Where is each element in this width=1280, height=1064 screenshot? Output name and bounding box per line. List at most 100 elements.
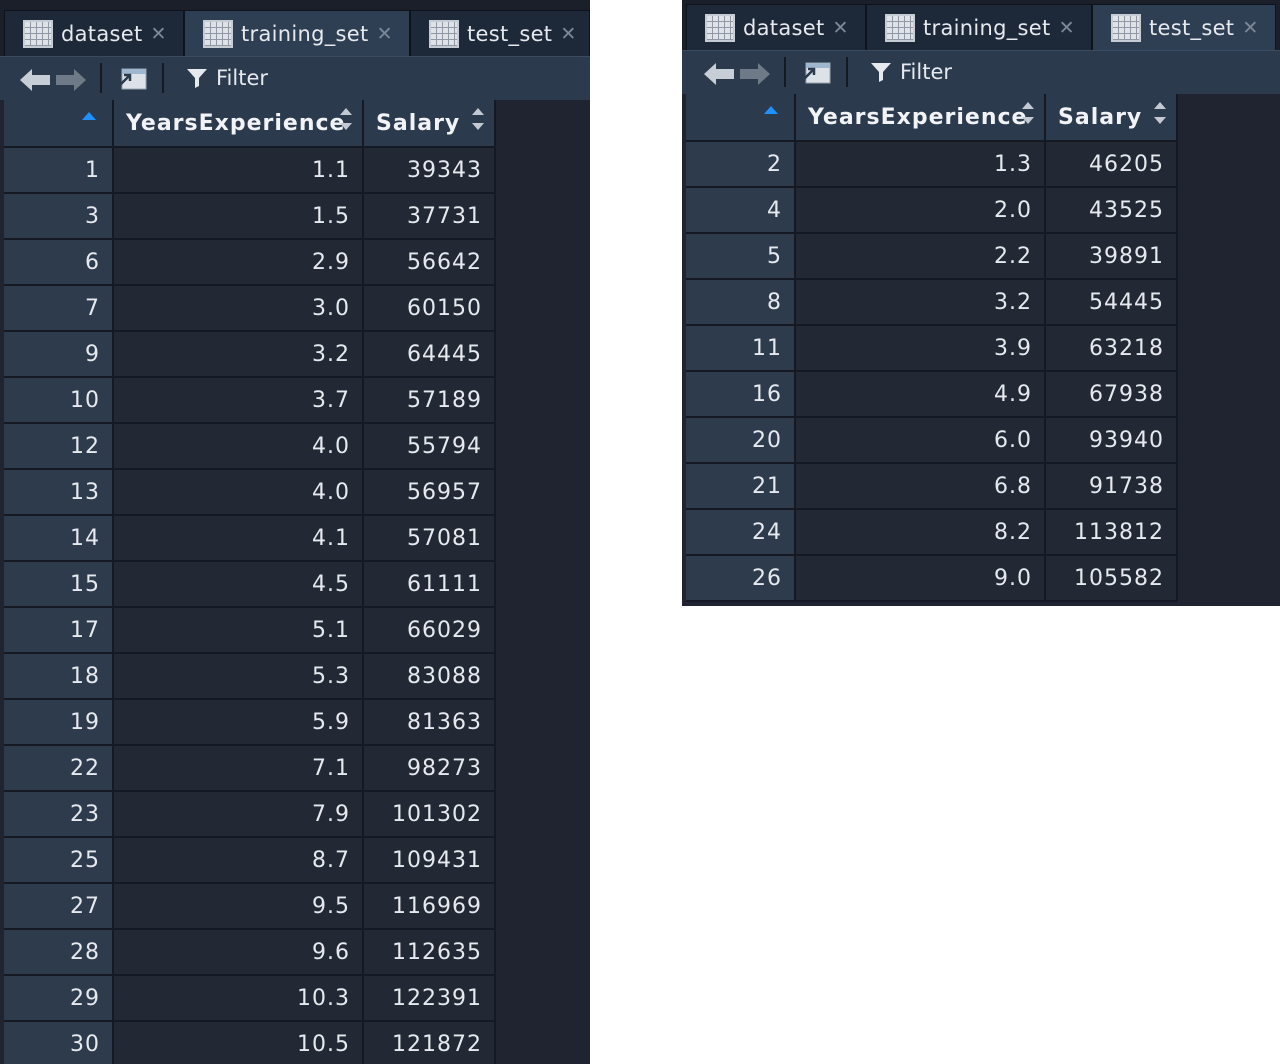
years-experience-cell: 1.5: [114, 194, 364, 240]
close-icon[interactable]: ✕: [560, 23, 576, 45]
table-row[interactable]: 16 4.9 67938: [686, 372, 1178, 418]
table-row[interactable]: 23 7.9 101302: [4, 792, 496, 838]
table-row[interactable]: 10 3.7 57189: [4, 378, 496, 424]
table-row[interactable]: 13 4.0 56957: [4, 470, 496, 516]
data-viewer-test-set: dataset ✕ training_set ✕ test_set ✕ Filt…: [682, 0, 1280, 606]
salary-cell: 57189: [364, 378, 496, 424]
table-row[interactable]: 26 9.0 105582: [686, 556, 1178, 602]
salary-cell: 63218: [1046, 326, 1178, 372]
popout-window-icon[interactable]: [116, 65, 148, 95]
table-row[interactable]: 1 1.1 39343: [4, 148, 496, 194]
row-names-header[interactable]: [4, 100, 114, 148]
row-name-cell: 10: [4, 378, 114, 424]
arrow-left-icon[interactable]: [704, 63, 734, 85]
salary-cell: 39343: [364, 148, 496, 194]
salary-cell: 66029: [364, 608, 496, 654]
funnel-icon: [871, 63, 891, 82]
years-experience-cell: 3.2: [114, 332, 364, 378]
tab-dataset[interactable]: dataset ✕: [686, 4, 866, 50]
table-row[interactable]: 19 5.9 81363: [4, 700, 496, 746]
table-row[interactable]: 25 8.7 109431: [4, 838, 496, 884]
column-header-label: Salary: [1058, 104, 1143, 130]
years-experience-cell: 2.0: [796, 188, 1046, 234]
table-row[interactable]: 20 6.0 93940: [686, 418, 1178, 464]
table-row[interactable]: 24 8.2 113812: [686, 510, 1178, 556]
years-experience-cell: 7.9: [114, 792, 364, 838]
tab-training-set[interactable]: training_set ✕: [184, 10, 410, 56]
salary-cell: 122391: [364, 976, 496, 1022]
table-row[interactable]: 17 5.1 66029: [4, 608, 496, 654]
table-row[interactable]: 2 1.3 46205: [686, 142, 1178, 188]
table-row[interactable]: 11 3.9 63218: [686, 326, 1178, 372]
years-experience-cell: 2.9: [114, 240, 364, 286]
toolbar-separator: [846, 57, 848, 87]
table-row[interactable]: 9 3.2 64445: [4, 332, 496, 378]
tab-label: training_set: [241, 21, 369, 46]
table-row[interactable]: 5 2.2 39891: [686, 234, 1178, 280]
table-row[interactable]: 4 2.0 43525: [686, 188, 1178, 234]
arrow-left-icon[interactable]: [20, 69, 50, 91]
salary-cell: 109431: [364, 838, 496, 884]
table-row[interactable]: 12 4.0 55794: [4, 424, 496, 470]
column-header-salary[interactable]: Salary: [1046, 94, 1178, 142]
table-row[interactable]: 15 4.5 61111: [4, 562, 496, 608]
salary-cell: 46205: [1046, 142, 1178, 188]
row-name-cell: 17: [4, 608, 114, 654]
row-name-cell: 18: [4, 654, 114, 700]
sort-ascending-icon: [764, 106, 778, 114]
close-icon[interactable]: ✕: [833, 17, 849, 39]
tab-dataset[interactable]: dataset ✕: [4, 10, 184, 56]
popout-window-icon[interactable]: [800, 59, 832, 89]
row-names-header[interactable]: [686, 94, 796, 142]
table-grid-icon: [885, 13, 915, 42]
row-name-cell: 14: [4, 516, 114, 562]
table-row[interactable]: 28 9.6 112635: [4, 930, 496, 976]
years-experience-cell: 5.3: [114, 654, 364, 700]
tab-test-set[interactable]: test_set ✕: [410, 10, 590, 56]
table-row[interactable]: 18 5.3 83088: [4, 654, 496, 700]
row-name-cell: 5: [686, 234, 796, 280]
filter-label: Filter: [900, 60, 953, 84]
table-row[interactable]: 3 1.5 37731: [4, 194, 496, 240]
tab-label: dataset: [743, 15, 825, 40]
column-header-salary[interactable]: Salary: [364, 100, 496, 148]
years-experience-cell: 3.9: [796, 326, 1046, 372]
table-grid-icon: [1111, 13, 1141, 42]
years-experience-cell: 4.0: [114, 470, 364, 516]
years-experience-cell: 1.3: [796, 142, 1046, 188]
table-row[interactable]: 14 4.1 57081: [4, 516, 496, 562]
table-row[interactable]: 30 10.5 121872: [4, 1022, 496, 1064]
table-row[interactable]: 29 10.3 122391: [4, 976, 496, 1022]
close-icon[interactable]: ✕: [1242, 17, 1258, 39]
salary-cell: 55794: [364, 424, 496, 470]
tab-label: training_set: [923, 15, 1051, 40]
row-name-cell: 20: [686, 418, 796, 464]
table-row[interactable]: 27 9.5 116969: [4, 884, 496, 930]
column-header-yearsexperience[interactable]: YearsExperience: [796, 94, 1046, 142]
row-name-cell: 13: [4, 470, 114, 516]
filter-button[interactable]: Filter: [186, 63, 268, 93]
row-name-cell: 24: [686, 510, 796, 556]
table-row[interactable]: 7 3.0 60150: [4, 286, 496, 332]
table-row[interactable]: 8 3.2 54445: [686, 280, 1178, 326]
column-header-yearsexperience[interactable]: YearsExperience: [114, 100, 364, 148]
tab-training-set[interactable]: training_set ✕: [866, 4, 1092, 50]
row-name-cell: 9: [4, 332, 114, 378]
table-row[interactable]: 21 6.8 91738: [686, 464, 1178, 510]
funnel-icon: [187, 69, 207, 88]
arrow-right-icon[interactable]: [740, 63, 770, 85]
sort-icon: [1154, 102, 1166, 124]
sort-ascending-icon: [82, 112, 96, 120]
filter-button[interactable]: Filter: [870, 57, 952, 87]
tab-test-set[interactable]: test_set ✕: [1092, 4, 1276, 50]
arrow-right-icon[interactable]: [56, 69, 86, 91]
salary-cell: 43525: [1046, 188, 1178, 234]
years-experience-cell: 3.7: [114, 378, 364, 424]
close-icon[interactable]: ✕: [377, 23, 393, 45]
toolbar-separator: [784, 57, 786, 87]
years-experience-cell: 5.9: [114, 700, 364, 746]
table-row[interactable]: 22 7.1 98273: [4, 746, 496, 792]
close-icon[interactable]: ✕: [1059, 17, 1075, 39]
table-row[interactable]: 6 2.9 56642: [4, 240, 496, 286]
close-icon[interactable]: ✕: [151, 23, 167, 45]
